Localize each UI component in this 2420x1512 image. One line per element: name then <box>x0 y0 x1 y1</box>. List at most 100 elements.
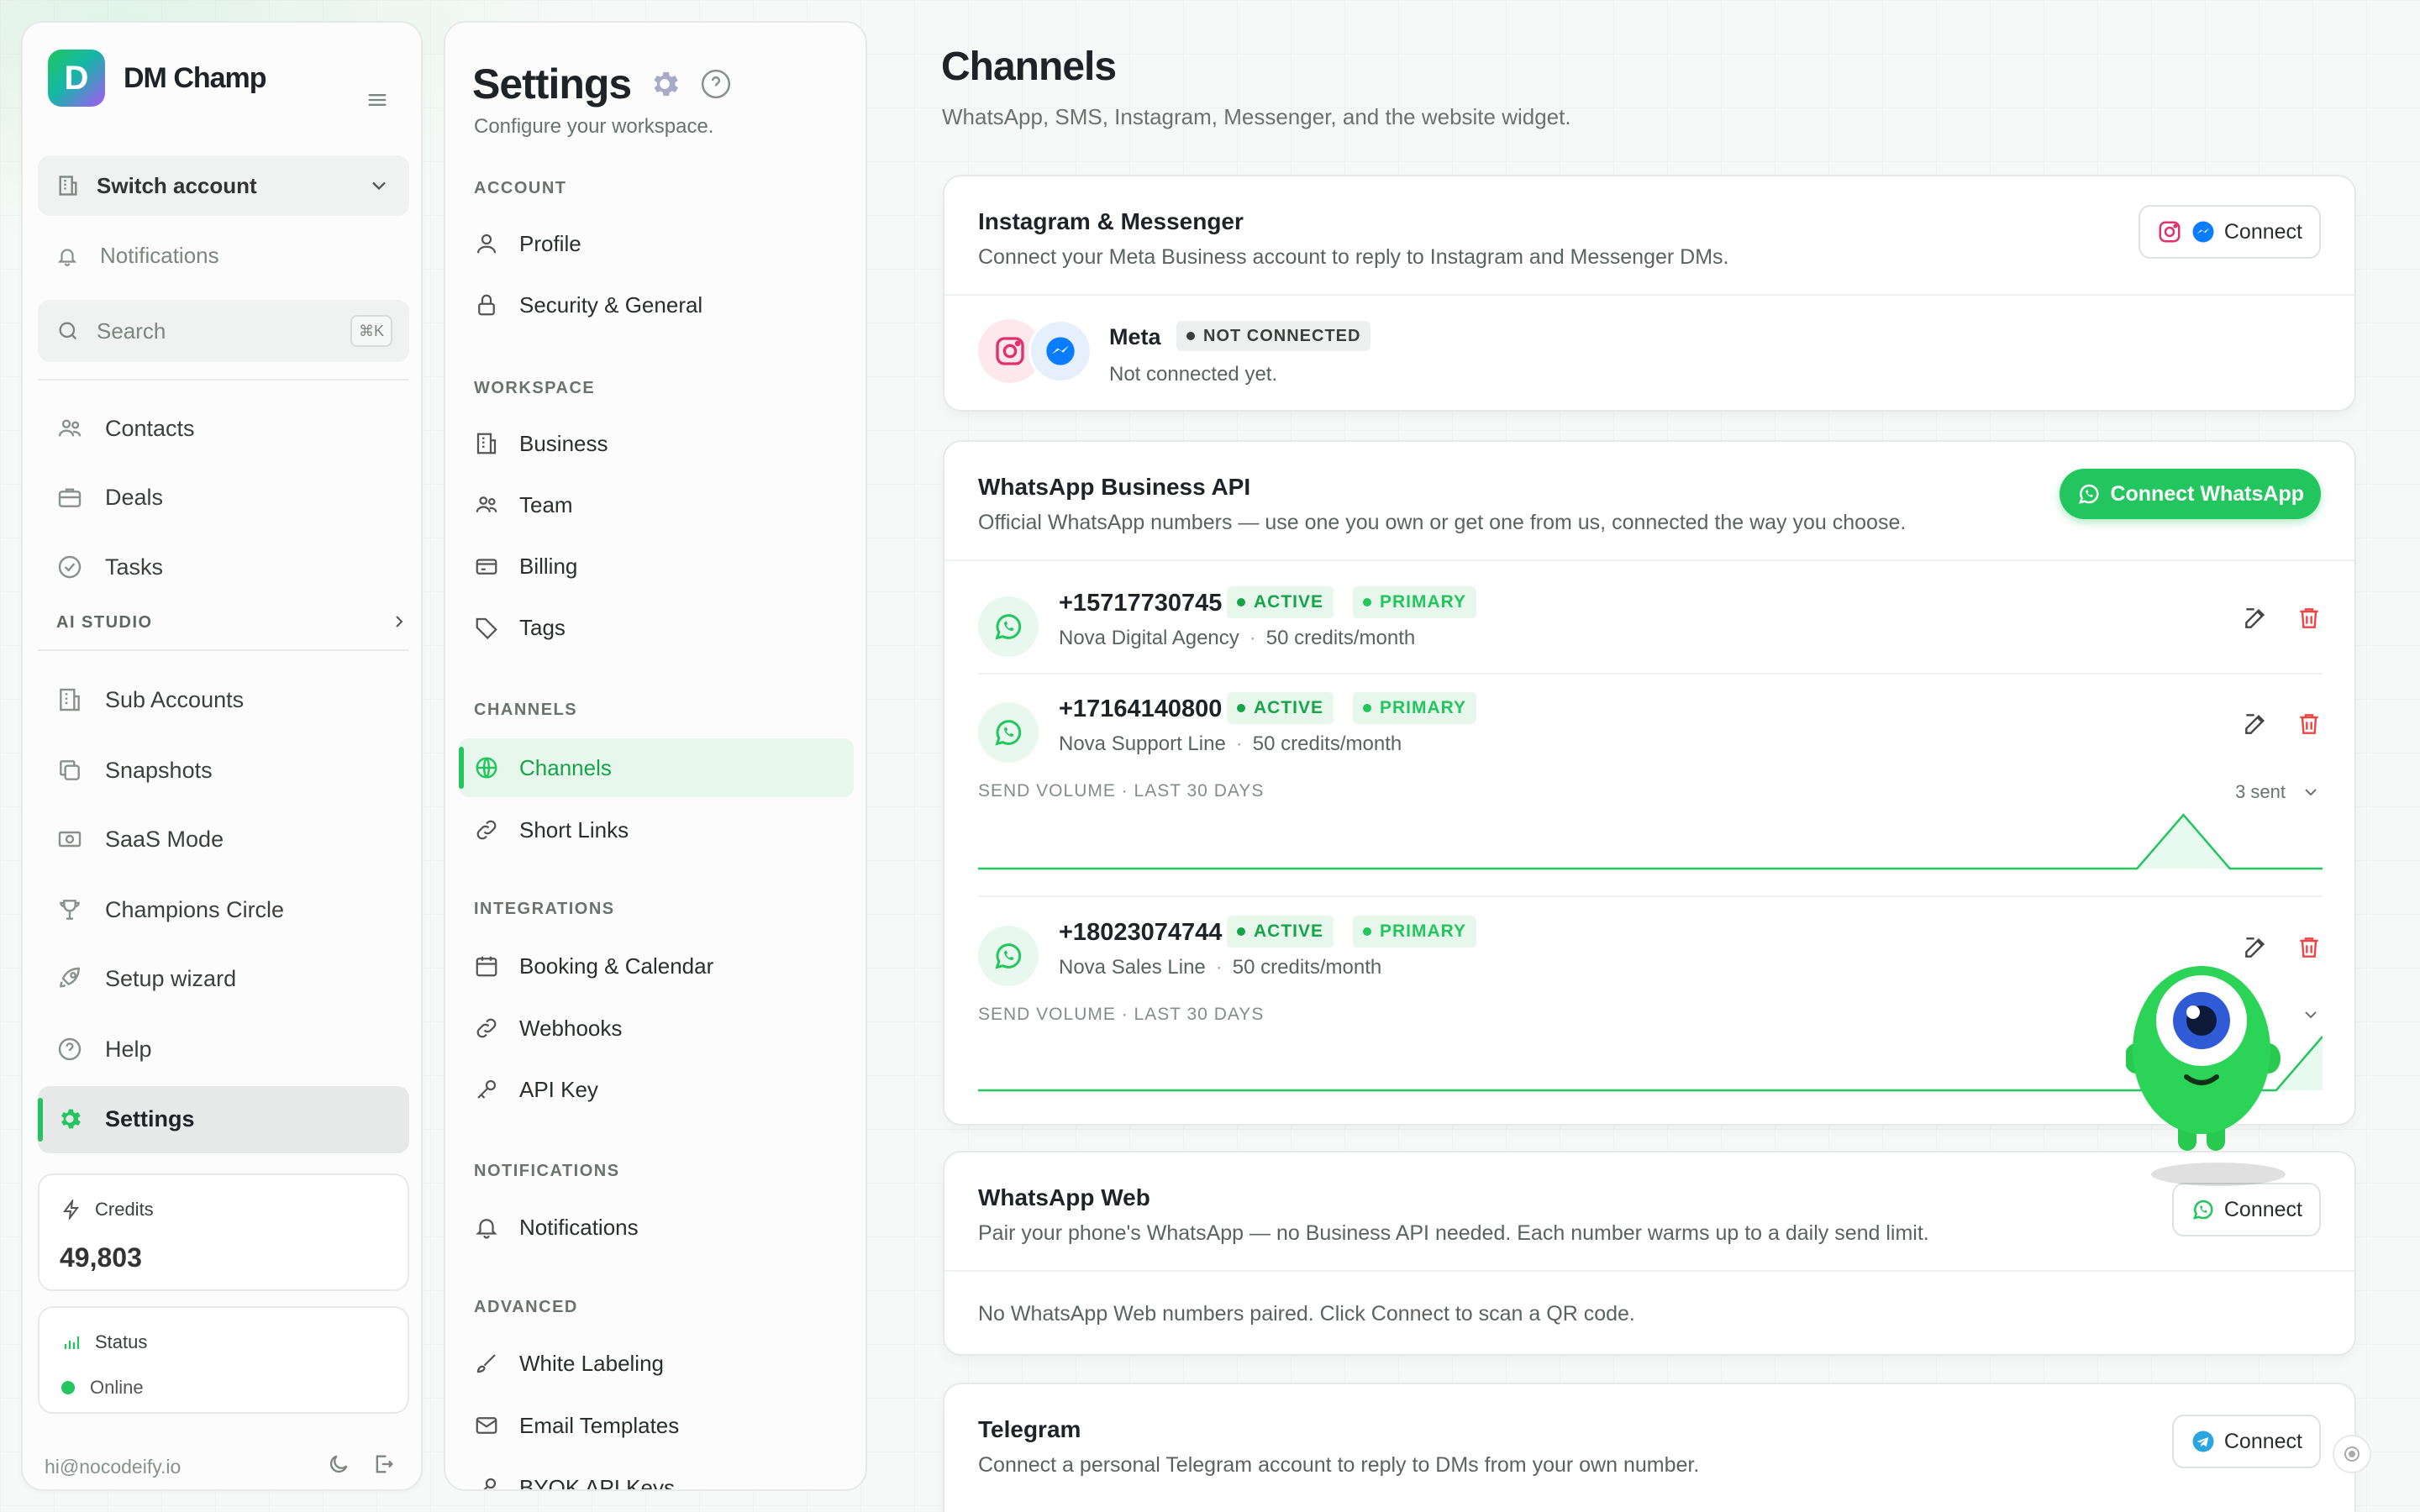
sidebar-notifications[interactable]: Notifications <box>56 243 219 269</box>
status-dot <box>1186 332 1195 340</box>
number-name: Nova Support Line <box>1059 732 1226 755</box>
hamburger-menu-icon[interactable] <box>366 88 389 112</box>
edit-icon[interactable] <box>2242 711 2269 738</box>
number-credits: 50 credits/month <box>1252 732 1402 755</box>
rocket-icon <box>60 967 80 988</box>
whatsapp-number-row[interactable]: +18023074744 ACTIVE PRIMARY Nova Sales L… <box>978 916 2323 993</box>
settings-item-profile[interactable]: Profile <box>474 227 581 260</box>
status-dot <box>1363 598 1371 606</box>
sidebar-item-champions-circle[interactable]: Champions Circle <box>56 893 284 927</box>
section-advanced: ADVANCED <box>474 1298 578 1316</box>
status-value-row: Online <box>61 1377 144 1399</box>
telegram-connect-button[interactable]: Connect <box>2171 1415 2321 1468</box>
link-icon <box>476 1018 497 1038</box>
sparkline-area <box>978 815 2323 869</box>
settings-item-label: API Key <box>519 1076 598 1102</box>
edit-icon[interactable] <box>2242 605 2269 632</box>
brand-name: DM Champ <box>124 61 267 94</box>
floating-settings-button[interactable] <box>2333 1435 2371 1473</box>
money-icon <box>58 831 82 848</box>
whatsapp-number-row[interactable]: +17164140800 ACTIVE PRIMARY Nova Support… <box>978 692 2323 769</box>
settings-item-business[interactable]: Business <box>474 427 608 460</box>
gear-icon <box>61 1109 81 1129</box>
settings-item-api-key[interactable]: API Key <box>474 1073 598 1106</box>
badge-label: PRIMARY <box>1380 592 1467 612</box>
credits-card: Credits 49,803 <box>38 1173 409 1291</box>
bell-icon <box>476 1219 497 1239</box>
settings-item-team[interactable]: Team <box>474 488 573 522</box>
status-card: Status Online <box>38 1306 409 1414</box>
section-ai-studio[interactable]: AI STUDIO <box>56 613 409 633</box>
telegram-icon <box>2192 1431 2214 1452</box>
trash-icon[interactable] <box>2296 605 2323 632</box>
building-icon <box>59 176 77 196</box>
card-description: Connect a personal Telegram account to r… <box>978 1453 1700 1477</box>
card-divider <box>944 1270 2354 1272</box>
whatsapp-number-row[interactable]: +15717730745 ACTIVE PRIMARY Nova Digital… <box>978 586 2323 664</box>
section-notifications: NOTIFICATIONS <box>474 1162 620 1180</box>
brand[interactable]: D DM Champ <box>48 50 267 107</box>
trash-icon[interactable] <box>2296 711 2323 738</box>
mail-icon <box>476 1417 497 1434</box>
sidebar-item-saas-mode[interactable]: SaaS Mode <box>56 822 224 856</box>
card-divider <box>944 294 2354 296</box>
settings-item-label: Email Templates <box>519 1412 680 1438</box>
settings-item-tags[interactable]: Tags <box>474 611 566 644</box>
send-volume-toggle[interactable]: 3 sent <box>2235 781 2321 803</box>
sidebar-item-label: Setup wizard <box>105 965 237 991</box>
sidebar-item-label: SaaS Mode <box>105 826 224 852</box>
instagram-connect-button[interactable]: Connect <box>2138 205 2321 259</box>
settings-item-notifications[interactable]: Notifications <box>474 1210 639 1244</box>
tag-icon <box>476 617 497 640</box>
row-actions <box>2242 711 2323 738</box>
sidebar-item-settings[interactable]: Settings <box>56 1102 195 1136</box>
logout-icon[interactable] <box>372 1452 396 1476</box>
trophy-icon <box>60 900 80 920</box>
help-icon[interactable] <box>700 68 732 100</box>
card-title: WhatsApp Web <box>978 1184 1150 1210</box>
settings-item-email-templates[interactable]: Email Templates <box>474 1409 679 1442</box>
sidebar-item-setup-wizard[interactable]: Setup wizard <box>56 962 236 995</box>
send-volume-label: SEND VOLUME · LAST 30 DAYS <box>978 781 1265 801</box>
credits-value: 49,803 <box>60 1242 142 1273</box>
settings-item-label: Business <box>519 430 608 456</box>
card-divider <box>944 559 2354 561</box>
whatsapp-icon <box>995 943 1022 969</box>
section-workspace: WORKSPACE <box>474 379 596 397</box>
settings-item-booking[interactable]: Booking & Calendar <box>474 949 713 983</box>
key-icon <box>477 1079 497 1099</box>
not-connected-badge: NOT CONNECTED <box>1176 321 1371 351</box>
sidebar-item-sub-accounts[interactable]: Sub Accounts <box>56 683 244 717</box>
settings-item-short-links[interactable]: Short Links <box>474 813 629 847</box>
section-account: ACCOUNT <box>474 179 567 197</box>
sidebar-item-contacts[interactable]: Contacts <box>56 412 195 445</box>
sidebar-item-tasks[interactable]: Tasks <box>56 550 163 584</box>
search-input[interactable]: Search ⌘K <box>38 300 409 362</box>
whatsapp-avatar <box>978 596 1039 657</box>
status-dot <box>1363 704 1371 712</box>
instagram-icon <box>2159 221 2181 243</box>
status-value: Online <box>90 1377 144 1398</box>
sidebar-item-label: Deals <box>105 484 164 510</box>
settings-item-label: BYOK API Keys <box>519 1474 675 1491</box>
switch-account-button[interactable]: Switch account <box>38 155 409 216</box>
connect-whatsapp-button[interactable]: Connect WhatsApp <box>2060 469 2321 519</box>
settings-item-channels[interactable]: Channels <box>474 751 612 785</box>
settings-item-byok[interactable]: BYOK API Keys <box>474 1471 675 1491</box>
status-dot <box>1237 704 1245 712</box>
search-icon <box>59 322 77 340</box>
badge-label: ACTIVE <box>1254 698 1324 717</box>
moon-icon[interactable] <box>327 1452 350 1476</box>
mascot-assistant-icon[interactable] <box>2126 949 2302 1193</box>
sidebar-item-snapshots[interactable]: Snapshots <box>56 753 213 787</box>
settings-item-webhooks[interactable]: Webhooks <box>474 1011 622 1045</box>
sidebar-item-help[interactable]: Help <box>56 1032 152 1066</box>
empty-state-text: No WhatsApp Web numbers paired. Click Co… <box>978 1302 1635 1326</box>
send-volume-toggle[interactable] <box>2301 1005 2321 1025</box>
settings-title-row: Settings <box>472 60 732 108</box>
settings-item-white-labeling[interactable]: White Labeling <box>474 1347 664 1380</box>
settings-item-security[interactable]: Security & General <box>474 288 702 322</box>
settings-item-billing[interactable]: Billing <box>474 549 577 583</box>
row-divider <box>978 895 2323 897</box>
sidebar-item-deals[interactable]: Deals <box>56 480 163 514</box>
